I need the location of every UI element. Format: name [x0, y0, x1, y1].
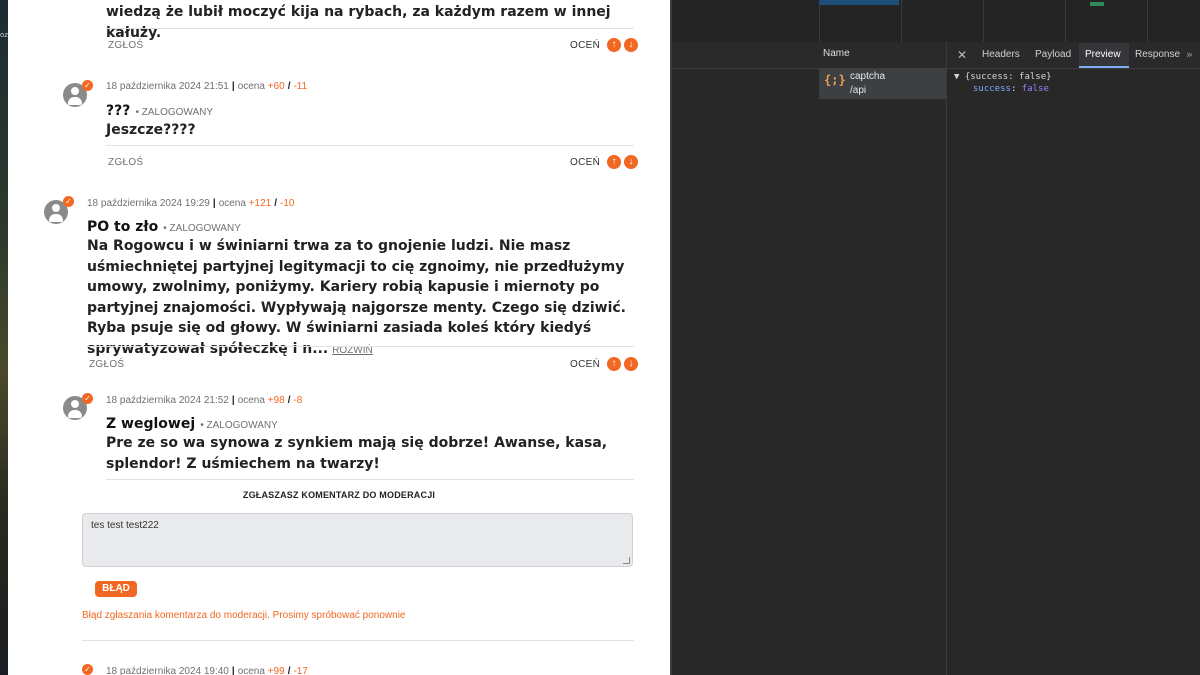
- timeline-gridline: [1065, 0, 1066, 42]
- rating-plus: +60: [267, 81, 285, 92]
- json-summary[interactable]: ▼ {success: false}: [954, 72, 1052, 82]
- tab-preview[interactable]: Preview: [1085, 49, 1121, 60]
- rating-minus: -11: [293, 81, 308, 92]
- network-timeline[interactable]: [672, 0, 1200, 42]
- comment-date: 18 października 2024 21:52: [106, 395, 229, 406]
- comment-author: ???: [106, 103, 131, 119]
- request-path: /api: [850, 85, 867, 96]
- author-line: Z weglowej • ZALOGOWANY: [106, 413, 278, 432]
- rating-plus: +99: [267, 666, 285, 675]
- divider: [106, 145, 634, 146]
- name-column-header[interactable]: Name: [823, 48, 850, 59]
- json-property: success: false: [973, 84, 1049, 94]
- rating-minus: -10: [280, 198, 295, 209]
- vote-up-icon[interactable]: ↑: [607, 357, 622, 371]
- json-key: success: [973, 84, 1011, 94]
- rate-label: OCEŃ: [570, 156, 601, 168]
- comment-body: Na Rogowcu i w świniarni trwa za to gnoj…: [87, 238, 626, 357]
- rate-label: OCEŃ: [570, 39, 601, 51]
- divider: [82, 640, 634, 641]
- timeline-bar: [819, 0, 899, 5]
- rating-label: ocena: [237, 81, 265, 92]
- vote-up-icon[interactable]: ↑: [607, 155, 622, 169]
- comment-meta: 18 października 2024 19:29 | ocena +121/-1…: [87, 198, 295, 209]
- more-tabs-icon[interactable]: »: [1186, 48, 1193, 61]
- rating-plus: +98: [267, 395, 285, 406]
- background-window-strip: oz: [0, 0, 8, 675]
- timeline-gridline: [1147, 0, 1148, 42]
- json-value: false: [1021, 84, 1049, 94]
- moderation-textarea[interactable]: tes test test222: [82, 513, 633, 567]
- error-message: Błąd zgłaszania komentarza do moderacji.…: [82, 610, 406, 621]
- comment-date: 18 października 2024 19:29: [87, 198, 210, 209]
- request-list: [819, 42, 947, 675]
- timeline-bar: [1090, 2, 1104, 6]
- comment-date: 18 października 2024 21:51: [106, 81, 229, 92]
- divider: [87, 346, 634, 347]
- divider: [106, 28, 634, 29]
- timeline-gridline: [901, 0, 902, 42]
- verified-badge-icon: ✓: [63, 196, 74, 207]
- verified-badge-icon: ✓: [82, 664, 93, 675]
- comment-author: PO to zło: [87, 219, 159, 235]
- rating-plus: +121: [248, 198, 272, 209]
- rate-controls: OCEŃ ↑ ↓: [570, 357, 639, 371]
- verified-badge-icon: ✓: [82, 393, 93, 404]
- divider: [106, 479, 634, 480]
- report-button[interactable]: ZGŁOŚ: [108, 157, 143, 168]
- rate-controls: OCEŃ ↑ ↓: [570, 155, 639, 169]
- vote-down-icon[interactable]: ↓: [624, 38, 639, 52]
- vote-down-icon[interactable]: ↓: [624, 357, 639, 371]
- comments-page: wiedzą że lubił moczyć kija na rybach, z…: [8, 0, 670, 675]
- comment-meta: 18 października 2024 21:52 | ocena +98/-8: [106, 395, 303, 406]
- vote-up-icon[interactable]: ↑: [607, 38, 622, 52]
- timeline-gridline: [819, 0, 820, 42]
- comment-text: Jeszcze????: [106, 122, 196, 138]
- devtools-panel: Name ✕ Headers Payload Preview Response …: [672, 0, 1200, 675]
- comment-author: Z weglowej: [106, 416, 196, 432]
- tab-headers[interactable]: Headers: [982, 49, 1020, 60]
- rating-minus: -17: [293, 666, 308, 675]
- moderation-title: ZGŁASZASZ KOMENTARZ DO MODERACJI: [242, 490, 436, 500]
- rate-label: OCEŃ: [570, 358, 601, 370]
- tab-payload[interactable]: Payload: [1035, 49, 1071, 60]
- comment-text: Pre ze so wa synowa z synkiem mają się d…: [106, 435, 608, 472]
- textarea-value: tes test test222: [91, 520, 159, 531]
- request-name: captcha: [850, 71, 886, 82]
- rating-minus: -8: [293, 395, 303, 406]
- rating-label: ocena: [218, 198, 246, 209]
- rating-label: ocena: [237, 666, 265, 675]
- timeline-gridline: [983, 0, 984, 42]
- author-line: PO to zło • ZALOGOWANY: [87, 216, 241, 235]
- comment-text: Na Rogowcu i w świniarni trwa za to gnoj…: [87, 236, 635, 361]
- comment-meta: 18 października 2024 19:40 | ocena +99/-17: [106, 666, 308, 675]
- report-button[interactable]: ZGŁOŚ: [89, 359, 124, 370]
- close-icon[interactable]: ✕: [957, 48, 967, 62]
- comment-date: 18 października 2024 19:40: [106, 666, 229, 675]
- report-button[interactable]: ZGŁOŚ: [108, 40, 143, 51]
- fetch-icon: {;}: [824, 73, 846, 87]
- background-text: oz: [0, 31, 8, 39]
- vote-down-icon[interactable]: ↓: [624, 155, 639, 169]
- tab-response[interactable]: Response: [1135, 49, 1180, 60]
- author-line: ??? • ZALOGOWANY: [106, 100, 213, 119]
- author-role: • ZALOGOWANY: [163, 223, 241, 234]
- rate-controls: OCEŃ ↑ ↓: [570, 38, 639, 52]
- rating-label: ocena: [237, 395, 265, 406]
- comment-meta: 18 października 2024 21:51 | ocena +60/-11: [106, 81, 308, 92]
- error-button[interactable]: BŁĄD: [95, 581, 137, 597]
- resize-handle[interactable]: [623, 557, 630, 564]
- comment-text: wiedzą że lubił moczyć kija na rybach, z…: [106, 4, 611, 41]
- author-role: • ZALOGOWANY: [200, 420, 278, 431]
- verified-badge-icon: ✓: [82, 80, 93, 91]
- author-role: • ZALOGOWANY: [135, 107, 214, 118]
